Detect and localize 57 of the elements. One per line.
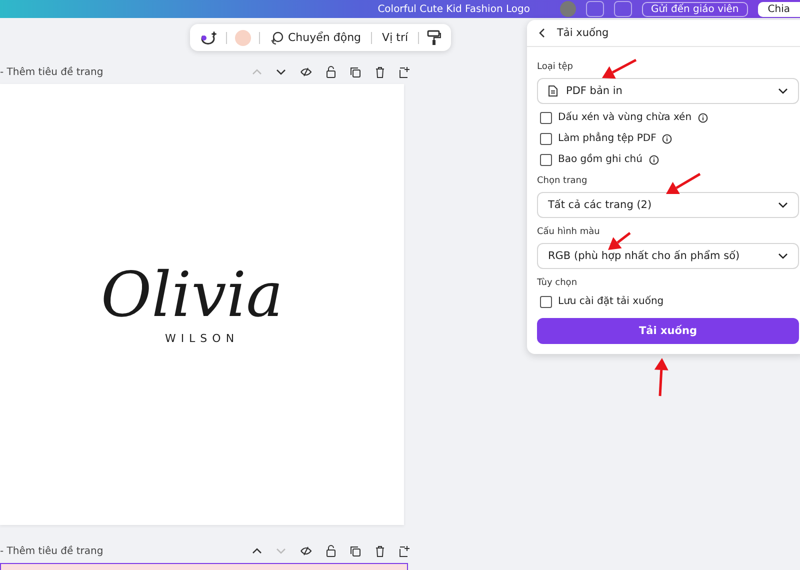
checkbox[interactable]: [540, 132, 552, 144]
checkbox-label: Lưu cài đặt tải xuống: [558, 296, 664, 307]
file-type-dropdown[interactable]: PDF bản in: [537, 78, 799, 104]
logo-script-name: Olivia: [100, 264, 284, 326]
motion-icon: [270, 30, 284, 44]
field-label: Tùy chọn: [537, 278, 578, 288]
page-select-dropdown[interactable]: Tất cả các trang (2): [537, 192, 799, 218]
field-label: Loại tệp: [537, 62, 574, 72]
annotation-arrow: [602, 58, 637, 79]
chevron-down-icon: [778, 202, 788, 208]
page-title-field[interactable]: - Thêm tiêu đề trang: [0, 66, 252, 78]
checkbox[interactable]: [540, 112, 552, 124]
checkbox-label: Làm phẳng tệp PDF: [558, 133, 656, 144]
info-icon[interactable]: [662, 134, 672, 144]
checkbox[interactable]: [540, 154, 552, 166]
chevron-up-icon: [252, 548, 262, 554]
animate-button[interactable]: Chuyển động: [268, 30, 364, 44]
checkbox-label: Bao gồm ghi chú: [558, 154, 642, 165]
info-icon[interactable]: [698, 112, 708, 122]
info-icon[interactable]: [648, 154, 658, 164]
eye-hidden-icon[interactable]: [300, 546, 312, 556]
download-button[interactable]: Tải xuống: [537, 318, 799, 344]
field-label: Cấu hình màu: [537, 227, 601, 237]
back-chevron-icon[interactable]: [539, 28, 545, 38]
color-profile-dropdown[interactable]: RGB (phù hợp nhất cho ấn phẩm số): [537, 243, 799, 269]
add-page-icon[interactable]: [399, 546, 410, 556]
duplicate-icon[interactable]: [350, 66, 361, 78]
chevron-down-icon: [778, 253, 788, 259]
move-down-button[interactable]: [276, 66, 286, 78]
design-title[interactable]: Colorful Cute Kid Fashion Logo: [378, 4, 530, 14]
logo-surname: WILSON: [164, 332, 240, 345]
annotation-arrow: [666, 172, 701, 194]
chevron-down-icon: [276, 548, 286, 554]
field-label: Chọn trang: [537, 176, 588, 186]
page-title-field[interactable]: - Thêm tiêu đề trang: [0, 546, 252, 556]
eye-hidden-icon[interactable]: [300, 67, 312, 77]
magic-sparkle-icon[interactable]: [200, 30, 218, 46]
share-button[interactable]: Chia: [758, 2, 800, 16]
send-to-teacher-button[interactable]: Gửi đến giáo viên: [642, 2, 748, 16]
paint-roller-icon[interactable]: [427, 30, 442, 46]
trash-icon[interactable]: [375, 66, 385, 78]
panel-title: Tải xuống: [557, 27, 609, 39]
annotation-arrow: [608, 232, 631, 250]
chevron-down-icon: [276, 68, 286, 74]
lock-icon[interactable]: [326, 545, 336, 557]
document-icon: [548, 85, 558, 97]
chevron-down-icon: [778, 88, 788, 94]
checkbox-label: Dấu xén và vùng chừa xén: [558, 112, 692, 123]
annotation-arrow: [654, 358, 668, 396]
duplicate-icon[interactable]: [350, 546, 361, 556]
lock-icon[interactable]: [326, 66, 336, 78]
color-swatch[interactable]: [235, 30, 251, 46]
trash-icon[interactable]: [375, 545, 385, 557]
checkbox[interactable]: [540, 296, 552, 308]
add-page-icon[interactable]: [399, 66, 410, 78]
chevron-up-icon: [252, 68, 262, 74]
position-button[interactable]: Vị trí: [380, 31, 410, 44]
